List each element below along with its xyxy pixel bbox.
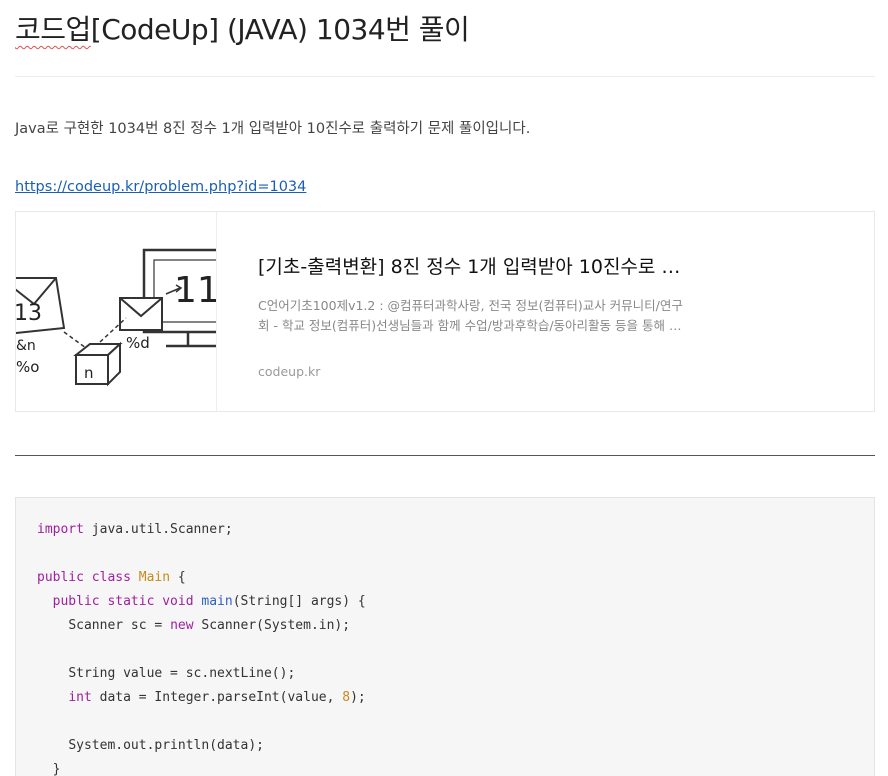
- intro-text: Java로 구현한 1034번 8진 정수 1개 입력받아 10진수로 출력하기…: [15, 121, 531, 137]
- code-keyword: import: [37, 522, 84, 537]
- code-text: (String[] args) {: [232, 594, 366, 609]
- link-preview-card[interactable]: 11 %d n 13 &n %o [기초-출력변환] 8진 정수 1개 입력받아…: [15, 211, 875, 412]
- post-title-rest: [CodeUp] (JAVA) 1034번 풀이: [90, 13, 470, 46]
- problem-link[interactable]: https://codeup.kr/problem.php?id=1034: [15, 176, 306, 198]
- code-keyword: int: [68, 690, 92, 705]
- code-function-name: main: [201, 594, 233, 609]
- thumb-text-n: n: [84, 364, 94, 382]
- code-text: data = Integer.parseInt(value,: [91, 690, 343, 705]
- card-description-line: 회 - 학교 정보(컴퓨터)선생님들과 함께 수업/방과후학습/동아리활동 등을…: [258, 318, 682, 333]
- thumb-text-amp-n: &n: [16, 338, 36, 354]
- octal-conversion-illustration: 11 %d n 13 &n %o: [16, 248, 217, 387]
- code-line: import java.util.Scanner;: [37, 518, 874, 542]
- code-keyword: public class: [37, 570, 131, 585]
- code-text: }: [52, 762, 61, 776]
- card-description: C언어기초100제v1.2 : @컴퓨터과학사랑, 전국 정보(컴퓨터)교사 커…: [258, 296, 728, 336]
- thumb-text-pct-d: %d: [126, 334, 150, 352]
- code-line: int data = Integer.parseInt(value, 8);: [37, 686, 874, 710]
- code-number: 8: [342, 690, 351, 705]
- code-class-name: Main: [138, 570, 171, 585]
- code-text: Scanner sc =: [68, 618, 171, 633]
- card-domain: codeup.kr: [258, 364, 321, 379]
- code-text: {: [170, 570, 186, 585]
- post-title: 코드업[CodeUp] (JAVA) 1034번 풀이: [15, 10, 470, 50]
- code-line: System.out.println(data);: [37, 734, 874, 758]
- post-title-prefix: 코드업: [15, 13, 91, 46]
- thumb-text-13: 13: [16, 301, 42, 326]
- code-text: Scanner(System.in);: [193, 618, 351, 633]
- code-keyword: new: [170, 618, 194, 633]
- code-text: System.out.println(data);: [68, 738, 264, 753]
- code-line: String value = sc.nextLine();: [37, 662, 874, 686]
- code-text: String value = sc.nextLine();: [68, 666, 296, 681]
- section-divider: [15, 455, 875, 456]
- code-line: }: [37, 758, 874, 776]
- code-line: public class Main {: [37, 566, 874, 590]
- code-block[interactable]: import java.util.Scanner; public class M…: [15, 497, 875, 776]
- thumb-text-11: 11: [174, 270, 217, 311]
- code-line: public static void main(String[] args) {: [37, 590, 874, 614]
- title-divider: [15, 76, 875, 77]
- card-title: [기초-출력변환] 8진 정수 1개 입력받아 10진수로 …: [258, 256, 681, 278]
- code-line: Scanner sc = new Scanner(System.in);: [37, 614, 874, 638]
- code-text: java.util.Scanner;: [83, 522, 233, 537]
- card-thumbnail: 11 %d n 13 &n %o: [16, 212, 217, 411]
- card-description-line: C언어기초100제v1.2 : @컴퓨터과학사랑, 전국 정보(컴퓨터)교사 커…: [258, 298, 683, 313]
- code-keyword: public static void: [52, 594, 194, 609]
- thumb-text-pct-o: %o: [16, 358, 39, 376]
- code-text: );: [350, 690, 366, 705]
